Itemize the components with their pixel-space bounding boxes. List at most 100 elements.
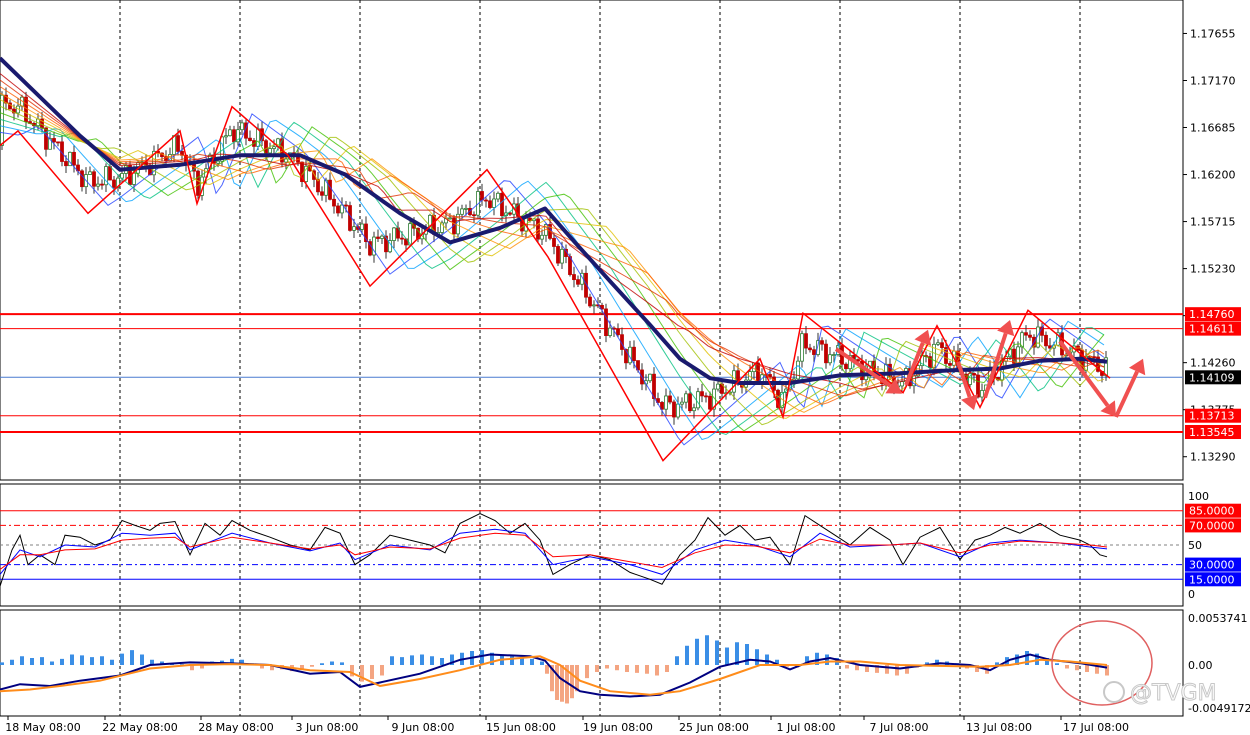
candle-body [344,204,348,207]
macd-bar [745,644,749,665]
macd-bar [100,656,104,665]
candle-body [464,207,468,210]
watermark-text: @TVGM [1130,681,1217,706]
macd-bar [420,654,424,665]
price-tick-label: 1.17655 [1190,27,1236,40]
candle-body [560,248,564,264]
macd-bar [715,640,719,665]
macd-bar [645,664,649,674]
macd-bar [755,649,759,665]
osc-level-label: 85.0000 [1189,505,1235,518]
candle-body [228,129,232,137]
candle-body [936,342,940,345]
candle-body [1044,334,1048,347]
candle-body [56,141,60,144]
macd-bar [570,664,574,699]
candle-body [676,403,680,418]
candle-body [976,374,980,398]
macd-bar [40,657,44,665]
candle-body [460,208,464,215]
candle-body [448,217,452,220]
candle-body [64,161,68,167]
macd-bar [725,647,729,665]
macd-bar [855,664,859,671]
candle-body [700,391,704,397]
candle-body [668,395,672,403]
macd-bar [685,645,689,665]
candle-body [320,191,324,196]
osc-level-label: 70.0000 [1189,519,1235,532]
price-tag-label: 1.13713 [1189,410,1235,423]
candle-body [940,342,944,348]
macd-bar [400,657,404,665]
candle-body [828,354,832,364]
candle-body [648,373,652,382]
candle-body [692,407,696,412]
macd-bar [595,664,599,672]
candle-body [716,383,720,390]
candle-body [688,393,692,412]
macd-bar [540,661,544,665]
macd-tick-label: 0.0053741 [1188,612,1248,625]
candle-body [708,395,712,410]
price-panel-frame [0,0,1184,481]
candle-body [248,137,252,141]
candle-body [176,135,180,152]
price-tag-label: 1.14611 [1189,323,1235,336]
macd-bar [370,664,374,679]
candle-body [132,172,136,185]
candle-body [1092,356,1096,359]
macd-bar [995,662,999,665]
oscillator-panel-frame [0,483,1184,607]
macd-bar [845,664,849,669]
price-tag-label: 1.14760 [1189,308,1235,321]
candle-body [572,274,576,281]
x-tick-label: 25 Jun 08:00 [679,721,749,734]
macd-bar [410,655,414,665]
price-tags: 1.14760 1.14611 1.14109 1.13713 1.13545 [1185,307,1241,439]
candle-body [756,362,760,383]
x-tick-label: 7 Jul 08:00 [870,721,929,734]
candle-body [820,340,824,345]
macd-bar [130,650,134,665]
candle-body [240,122,244,131]
macd-bar [120,653,124,665]
macd-bar [90,657,94,665]
macd-bar [605,664,609,669]
candle-body [100,183,104,186]
candle-body [336,205,340,214]
candle-body [172,135,176,155]
chart-canvas: 1.132901.137751.142601.147451.152301.157… [0,0,1250,735]
candle-body [832,354,836,356]
candle-body [108,166,112,181]
x-tick-label: 19 Jun 08:00 [583,721,653,734]
macd-bar [635,664,639,673]
macd-bar [80,655,84,665]
price-tick-label: 1.16200 [1190,169,1236,182]
candle-body [800,333,804,362]
macd-bar [655,664,659,676]
candle-body [672,401,676,418]
candle-body [500,192,504,217]
candle-body [900,381,904,387]
macd-bar [380,664,384,676]
macd-bar [110,659,114,665]
candle-body [616,328,620,336]
macd-bar [50,661,54,665]
price-tick-label: 1.15230 [1190,263,1236,276]
candle-body [224,135,228,138]
macd-bar [695,638,699,665]
osc-level-label: 15.0000 [1189,573,1235,586]
x-tick-label: 1 Jul 08:00 [777,721,836,734]
osc-tick-label: 100 [1188,490,1209,503]
candle-body [824,343,828,364]
candle-body [844,363,848,370]
osc-level-label: 30.0000 [1189,559,1235,572]
candle-body [472,214,476,217]
macd-bar [390,656,394,665]
candle-body [96,183,100,187]
candle-body [604,308,608,337]
candle-body [232,129,236,143]
candle-body [696,391,700,409]
candle-body [684,393,688,403]
